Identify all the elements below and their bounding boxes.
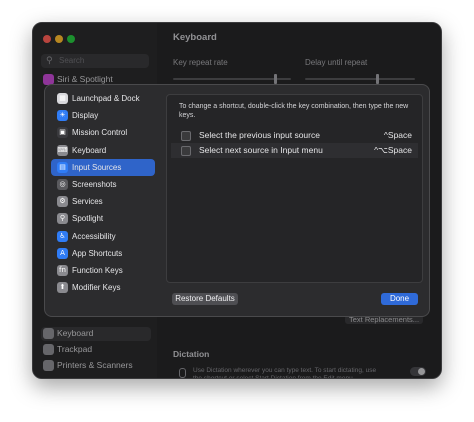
category-app-shortcuts[interactable]: A App Shortcuts: [51, 245, 155, 262]
category-label: Modifier Keys: [72, 283, 121, 293]
keyboard-shortcuts-sheet: ▦ Launchpad & Dock ☀ Display ▣ Mission Contro…: [44, 84, 430, 317]
accessibility-icon: ♿: [57, 230, 68, 242]
category-label: Function Keys: [72, 266, 123, 275]
category-label: Launchpad & Dock: [72, 94, 140, 103]
category-label: Mission Control: [72, 128, 128, 138]
mission-control-icon: ▣: [57, 127, 68, 139]
shortcut-instructions: To change a shortcut, double-click the k…: [179, 103, 409, 119]
services-icon: ⚙: [57, 196, 68, 208]
shortcut-checkbox[interactable]: [181, 146, 191, 156]
shortcut-keys[interactable]: ^⌥Space: [374, 145, 412, 156]
category-launchpad-dock[interactable]: ▦ Launchpad & Dock: [51, 90, 155, 107]
done-button[interactable]: Done: [381, 293, 418, 305]
keyboard-icon: ⌨: [57, 144, 68, 156]
category-modifier-keys[interactable]: ⬆ Modifier Keys: [51, 279, 155, 296]
function-keys-icon: fn: [57, 265, 68, 276]
category-accessibility[interactable]: ♿ Accessibility: [51, 228, 155, 245]
shortcuts-panel: To change a shortcut, double-click the k…: [166, 94, 423, 283]
category-label: Screenshots: [72, 180, 117, 189]
spotlight-icon: ⚲: [57, 213, 68, 225]
category-display[interactable]: ☀ Display: [51, 107, 155, 124]
shortcut-name: Select next source in Input menu: [199, 145, 323, 155]
category-label: App Shortcuts: [72, 248, 123, 258]
category-label: Display: [72, 111, 99, 121]
shortcut-name: Select the previous input source: [199, 130, 320, 140]
category-input-sources[interactable]: ▤ Input Sources: [51, 158, 155, 176]
category-mission-control[interactable]: ▣ Mission Control: [51, 124, 155, 141]
category-label: Accessibility: [72, 231, 116, 241]
category-function-keys[interactable]: fn Function Keys: [51, 262, 155, 279]
shortcut-checkbox[interactable]: [181, 131, 191, 141]
category-label: Keyboard: [72, 145, 107, 155]
shortcut-row[interactable]: Select the previous input source ^Space: [171, 128, 418, 143]
category-label: Input Sources: [72, 162, 122, 172]
category-screenshots[interactable]: ◎ Screenshots: [51, 176, 155, 193]
category-services[interactable]: ⚙ Services: [51, 193, 155, 210]
category-spotlight[interactable]: ⚲ Spotlight: [51, 210, 155, 227]
category-label: Services: [72, 197, 103, 207]
shortcut-row[interactable]: Select next source in Input menu ^⌥Space: [171, 143, 418, 158]
category-keyboard[interactable]: ⌨ Keyboard: [51, 142, 155, 159]
launchpad-icon: ▦: [57, 93, 68, 104]
shortcut-keys[interactable]: ^Space: [384, 130, 412, 140]
category-label: Spotlight: [72, 214, 104, 224]
app-shortcuts-icon: A: [57, 247, 68, 259]
modifier-keys-icon: ⬆: [57, 282, 68, 294]
display-icon: ☀: [57, 110, 68, 122]
restore-defaults-button[interactable]: Restore Defaults: [172, 293, 238, 305]
input-sources-icon: ▤: [57, 161, 68, 173]
screenshots-icon: ◎: [57, 179, 68, 190]
